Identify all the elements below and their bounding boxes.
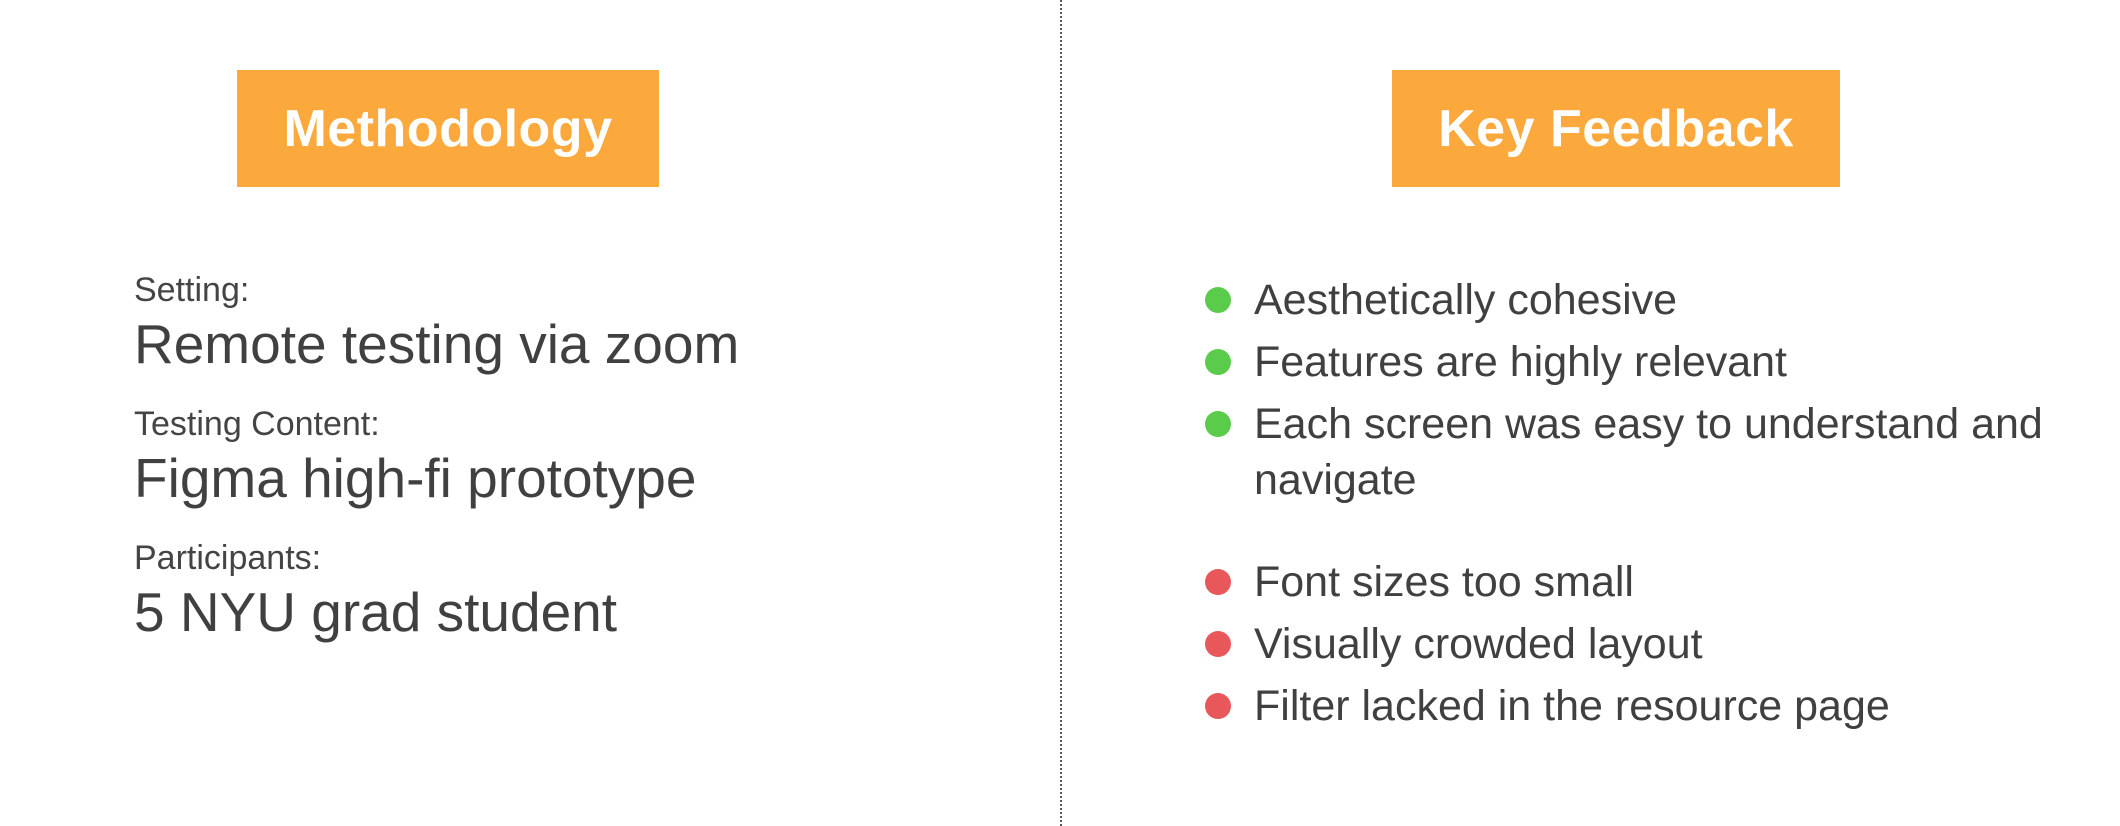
feedback-text: Filter lacked in the resource page [1254,682,1890,730]
green-bullet-icon [1205,349,1231,375]
feedback-item-negative: Font sizes too small [1205,554,2085,610]
red-bullet-icon [1205,569,1231,595]
feedback-text: Visually crowded layout [1254,620,1703,668]
green-bullet-icon [1205,411,1231,437]
key-feedback-title: Key Feedback [1438,99,1794,158]
method-label: Setting: [134,271,250,309]
feedback-item-negative: Filter lacked in the resource page [1205,678,2085,734]
red-bullet-icon [1205,631,1231,657]
key-feedback-header: Key Feedback [1392,70,1840,187]
method-item-testing-content: Testing Content: Figma high-fi prototype [134,404,1014,512]
positive-feedback-list: Aesthetically cohesive Features are high… [1205,272,2085,514]
method-label: Testing Content: [134,405,380,443]
feedback-item-negative: Visually crowded layout [1205,616,2085,672]
method-value: Remote testing via zoom [134,313,740,375]
method-item-setting: Setting: Remote testing via zoom [134,270,1014,378]
feedback-item-positive: Features are highly relevant [1205,334,2085,390]
feedback-text: Font sizes too small [1254,558,1634,606]
methodology-header: Methodology [237,70,659,187]
method-label: Participants: [134,539,322,577]
column-divider [1060,0,1062,826]
method-value: Figma high-fi prototype [134,447,697,509]
negative-feedback-list: Font sizes too small Visually crowded la… [1205,554,2085,740]
feedback-item-positive: Aesthetically cohesive [1205,272,2085,328]
feedback-item-positive: Each screen was easy to understand and n… [1205,396,2085,508]
green-bullet-icon [1205,287,1231,313]
red-bullet-icon [1205,693,1231,719]
methodology-title: Methodology [283,99,613,158]
feedback-text: Aesthetically cohesive [1254,276,1678,324]
method-item-participants: Participants: 5 NYU grad student [134,538,1014,646]
methodology-list: Setting: Remote testing via zoom Testing… [134,270,1014,672]
method-value: 5 NYU grad student [134,581,618,643]
feedback-text: Features are highly relevant [1254,338,1788,386]
feedback-text: Each screen was easy to understand and n… [1254,400,2043,504]
